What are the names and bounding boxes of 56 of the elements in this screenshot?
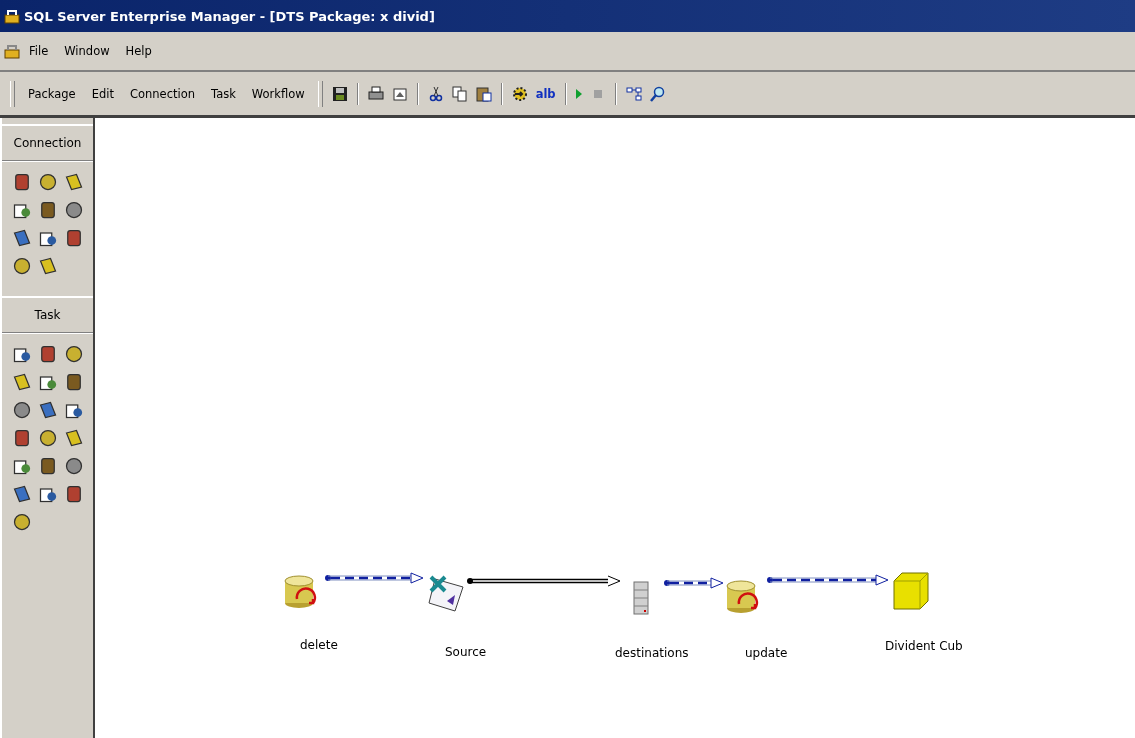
palette-tool-icon[interactable] <box>38 200 58 220</box>
palette-tool-icon[interactable] <box>38 256 58 276</box>
menu-item[interactable]: Connection <box>122 84 203 103</box>
floppy-icon <box>331 85 348 102</box>
palette-tool-icon[interactable] <box>12 428 32 448</box>
palette-tool-icon[interactable] <box>64 484 84 504</box>
clipboard-icon <box>475 85 492 102</box>
palette-tool-icon[interactable] <box>38 400 58 420</box>
precedence-arrow[interactable] <box>664 577 723 589</box>
palette-tool-icon[interactable] <box>64 456 84 476</box>
task-label: Divident Cub <box>885 639 963 653</box>
palette-tool-icon[interactable] <box>12 256 32 276</box>
palette-tool-icon[interactable] <box>38 456 58 476</box>
printer-icon <box>367 85 384 102</box>
palette-tool-icon[interactable] <box>12 400 32 420</box>
spreadsheet-icon[interactable] <box>425 573 465 613</box>
menu-item[interactable]: Package <box>21 84 83 103</box>
transform-arrow[interactable] <box>467 575 620 587</box>
palette-tool-icon[interactable] <box>12 512 32 532</box>
palette-tool-icon[interactable] <box>64 228 84 248</box>
task-label: Source <box>445 645 487 659</box>
palette-tool-icon[interactable] <box>12 228 32 248</box>
window-title: SQL Server Enterprise Manager - [DTS Package: x divid] <box>24 8 435 24</box>
diagram-icon <box>625 85 642 102</box>
palette-tool-icon[interactable] <box>38 428 58 448</box>
search-icon <box>649 85 666 102</box>
palette-tool-icon[interactable] <box>64 200 84 220</box>
toolbox-icon <box>4 43 20 59</box>
gear-icon <box>511 85 528 102</box>
palette-heading[interactable]: Connection <box>13 136 82 150</box>
scissors-icon <box>427 85 444 102</box>
menu-item[interactable]: File <box>22 42 56 60</box>
copy-icon <box>451 85 468 102</box>
palette-tool-icon[interactable] <box>64 172 84 192</box>
task-label: delete <box>300 638 338 652</box>
menu-item[interactable]: Workflow <box>244 84 312 103</box>
palette-tool-icon[interactable] <box>12 172 32 192</box>
palette-tool-icon[interactable] <box>38 344 58 364</box>
palette-tool-icon[interactable] <box>64 344 84 364</box>
palette-tool-icon[interactable] <box>12 484 32 504</box>
toolbox-icon <box>4 8 20 24</box>
precedence-arrow[interactable] <box>325 572 423 584</box>
task-label: update <box>745 646 788 660</box>
toolbar-button[interactable]: alb <box>532 83 559 104</box>
menu-item[interactable]: Window <box>57 42 117 60</box>
palette-tool-icon[interactable] <box>64 372 84 392</box>
menu-item[interactable]: Edit <box>84 84 121 103</box>
task-label: destinations <box>615 646 689 660</box>
palette-tool-icon[interactable] <box>64 428 84 448</box>
palette-tool-icon[interactable] <box>12 372 32 392</box>
play-icon <box>575 88 582 99</box>
palette-tool-icon[interactable] <box>38 172 58 192</box>
precedence-arrow[interactable] <box>767 574 888 586</box>
menu-item[interactable]: Task <box>204 84 243 103</box>
palette-heading[interactable]: Task <box>34 308 61 322</box>
menu-item[interactable]: Help <box>118 42 159 60</box>
